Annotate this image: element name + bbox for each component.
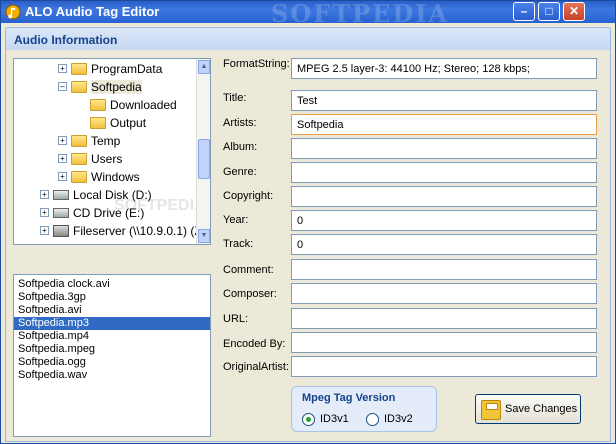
folder-icon xyxy=(71,134,87,147)
folder-tree[interactable]: + ProgramData – Softpedia Downloaded Outpu… xyxy=(13,58,211,245)
tree-item-label: Windows xyxy=(91,169,140,184)
file-item[interactable]: Softpedia.wav xyxy=(14,369,210,382)
format-field[interactable]: MPEG 2.5 layer-3: 44100 Hz; Stereo; 128 … xyxy=(291,58,597,79)
id3v2-radio[interactable] xyxy=(366,413,379,426)
scroll-down-icon[interactable]: ▼ xyxy=(198,229,210,243)
genre-field[interactable] xyxy=(291,162,597,183)
tree-scrollbar[interactable]: ▲ ▼ xyxy=(196,59,210,244)
original-artist-field[interactable] xyxy=(291,356,597,377)
genre-label: Genre: xyxy=(223,166,257,178)
expand-icon[interactable]: + xyxy=(58,136,67,146)
section-title: Audio Information xyxy=(14,33,118,47)
app-window: ALO Audio Tag Editor SOFTPEDIA – □ ✕ Aud… xyxy=(0,0,616,444)
folder-open-icon xyxy=(71,80,87,93)
expand-icon[interactable]: + xyxy=(58,64,67,74)
artists-field[interactable]: Softpedia xyxy=(291,114,597,135)
tree-item-label: Temp xyxy=(91,133,121,148)
file-item-selected[interactable]: Softpedia.mp3 xyxy=(14,317,210,330)
tree-item-label: Downloaded xyxy=(110,97,177,112)
minimize-button[interactable]: – xyxy=(513,2,535,21)
file-item[interactable]: Softpedia clock.avi xyxy=(14,278,210,291)
year-label: Year: xyxy=(223,214,249,226)
album-label: Album: xyxy=(223,141,258,153)
cd-drive-icon xyxy=(53,207,69,218)
file-item[interactable]: Softpedia.avi xyxy=(14,304,210,317)
folder-icon xyxy=(71,170,87,183)
composer-label: Composer: xyxy=(223,288,277,300)
artists-label: Artists: xyxy=(223,117,257,129)
title-label: Title: xyxy=(223,92,247,104)
expand-icon[interactable]: + xyxy=(40,190,49,200)
folder-icon xyxy=(90,116,106,129)
expand-icon[interactable]: + xyxy=(40,226,49,236)
format-label: FormatString: xyxy=(223,58,290,70)
app-icon xyxy=(5,4,21,20)
collapse-icon[interactable]: – xyxy=(58,82,67,92)
encoded-by-label: Encoded By: xyxy=(223,338,286,350)
expand-icon[interactable]: + xyxy=(58,172,67,182)
title-bar[interactable]: ALO Audio Tag Editor SOFTPEDIA – □ ✕ xyxy=(1,0,615,28)
file-list[interactable]: Softpedia clock.avi Softpedia.3gp Softpe… xyxy=(13,274,211,437)
tree-item-windows[interactable]: + Windows xyxy=(58,169,140,187)
tree-watermark: SOFTPEDIA xyxy=(114,197,206,214)
save-changes-label: Save Changes xyxy=(505,403,578,415)
track-field[interactable]: 0 xyxy=(291,234,597,255)
id3v1-radio[interactable] xyxy=(302,413,315,426)
tree-item-label: Users xyxy=(91,151,123,166)
folder-icon xyxy=(90,98,106,111)
tree-item-label: Output xyxy=(110,115,147,130)
close-button[interactable]: ✕ xyxy=(563,2,585,21)
tag-version-title: Mpeg Tag Version xyxy=(302,392,396,404)
floppy-disk-icon xyxy=(481,400,501,420)
track-label: Track: xyxy=(223,238,254,250)
album-field[interactable] xyxy=(291,138,597,159)
file-item[interactable]: Softpedia.mpeg xyxy=(14,343,210,356)
url-field[interactable] xyxy=(291,308,597,329)
hard-drive-icon xyxy=(53,189,69,200)
file-item[interactable]: Softpedia.ogg xyxy=(14,356,210,369)
tree-item-users[interactable]: + Users xyxy=(58,151,122,169)
tree-item-output[interactable]: Output xyxy=(90,115,146,133)
title-watermark: SOFTPEDIA xyxy=(271,0,450,28)
year-field[interactable]: 0 xyxy=(291,210,597,231)
expand-icon[interactable]: + xyxy=(58,154,67,164)
audio-information-header: Audio Information xyxy=(5,27,611,51)
tree-item-label: Fileserver (\\10.9.0.1) (Z:) xyxy=(73,223,210,238)
copyright-field[interactable] xyxy=(291,186,597,207)
copyright-label: Copyright: xyxy=(223,190,274,202)
comment-label: Comment: xyxy=(223,264,274,276)
tree-item-fileserver-z[interactable]: + Fileserver (\\10.9.0.1) (Z:) xyxy=(40,223,209,241)
url-label: URL: xyxy=(223,313,249,325)
id3v1-label[interactable]: ID3v1 xyxy=(320,413,349,425)
id3v2-label[interactable]: ID3v2 xyxy=(384,413,413,425)
folder-icon xyxy=(71,62,87,75)
file-item[interactable]: Softpedia.3gp xyxy=(14,291,210,304)
window-title: ALO Audio Tag Editor xyxy=(25,4,160,19)
network-drive-icon xyxy=(53,224,69,237)
tree-item-softpedia[interactable]: – Softpedia xyxy=(58,79,142,97)
composer-field[interactable] xyxy=(291,283,597,304)
tree-item-label: ProgramData xyxy=(91,61,163,76)
tree-item-programdata[interactable]: + ProgramData xyxy=(58,61,162,79)
file-item[interactable]: Softpedia.mp4 xyxy=(14,330,210,343)
folder-icon xyxy=(71,152,87,165)
encoded-by-field[interactable] xyxy=(291,332,597,353)
original-artist-label: OriginalArtist: xyxy=(223,361,290,373)
scroll-thumb[interactable] xyxy=(198,139,210,179)
tree-item-downloaded[interactable]: Downloaded xyxy=(90,97,177,115)
tree-item-temp[interactable]: + Temp xyxy=(58,133,120,151)
maximize-button[interactable]: □ xyxy=(538,2,560,21)
comment-field[interactable] xyxy=(291,259,597,280)
expand-icon[interactable]: + xyxy=(40,208,49,218)
title-field[interactable]: Test xyxy=(291,90,597,111)
tag-version-group: Mpeg Tag Version ID3v1 ID3v2 xyxy=(291,386,437,432)
tree-item-label: Softpedia xyxy=(91,79,142,94)
save-changes-button[interactable]: Save Changes xyxy=(475,394,581,424)
scroll-up-icon[interactable]: ▲ xyxy=(198,60,210,74)
